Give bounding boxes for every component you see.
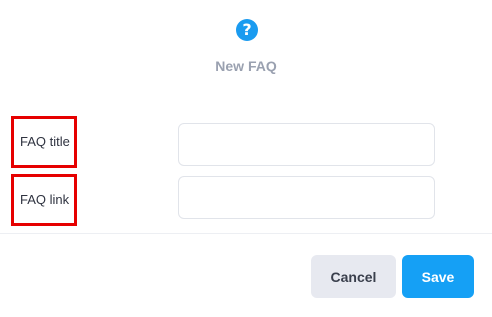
new-faq-dialog: ? New FAQ FAQ title FAQ link Cancel Save: [0, 0, 492, 317]
footer-divider: [0, 233, 492, 234]
dialog-title: New FAQ: [215, 58, 277, 74]
faq-link-label: FAQ link: [11, 174, 77, 226]
faq-title-label: FAQ title: [11, 116, 77, 168]
cancel-button[interactable]: Cancel: [311, 255, 396, 298]
save-button[interactable]: Save: [402, 255, 474, 298]
question-circle-icon: ?: [236, 19, 258, 41]
faq-link-input[interactable]: [178, 176, 435, 219]
faq-title-input[interactable]: [178, 123, 435, 166]
